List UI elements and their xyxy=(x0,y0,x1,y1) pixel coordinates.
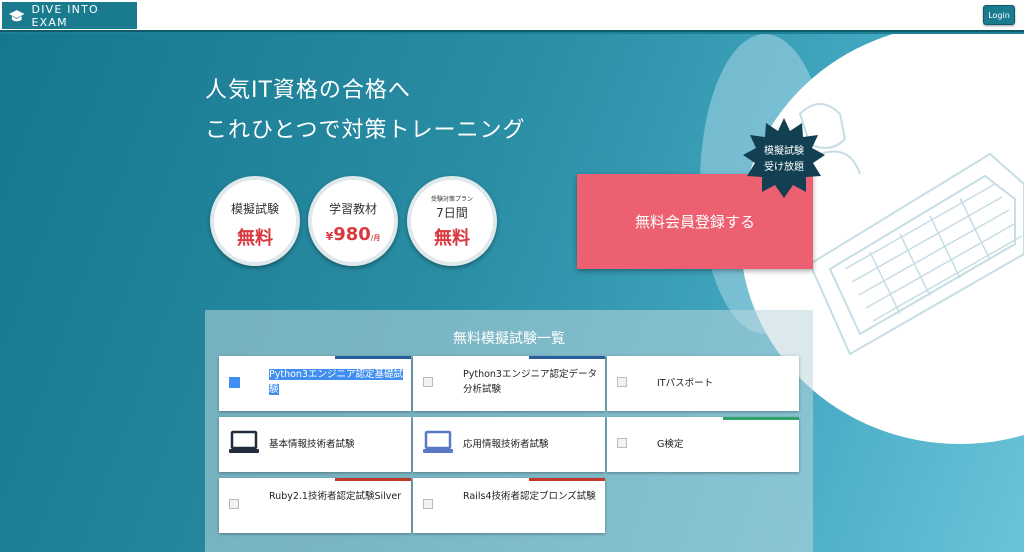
broken-image-icon xyxy=(229,499,239,509)
card-accent-bar xyxy=(529,356,605,359)
badge-plan: 受験対策プラン 7日間 無料 xyxy=(407,176,497,266)
exam-card-label: 応用情報技術者試験 xyxy=(463,439,549,450)
exam-card-ap[interactable]: 応用情報技術者試験 xyxy=(413,417,605,472)
broken-image-icon xyxy=(617,377,627,387)
headline-line-1: 人気IT資格の合格へ xyxy=(205,78,411,103)
broken-image-icon xyxy=(423,377,433,387)
broken-image-icon xyxy=(423,499,433,509)
card-accent-bar xyxy=(723,417,799,420)
exam-list-panel: 無料模擬試験一覧 Python3エンジニア認定基礎試験 Python3エンジニア… xyxy=(205,310,813,552)
exam-card-label: 基本情報技術者試験 xyxy=(269,439,355,450)
exam-list-title: 無料模擬試験一覧 xyxy=(453,331,565,347)
graduation-cap-icon xyxy=(8,9,25,21)
hero-section: 人気IT資格の合格へ これひとつで対策トレーニング 模擬試験 無料 学習教材 ¥… xyxy=(0,34,1024,552)
exam-card-label: ITパスポート xyxy=(657,378,714,389)
exam-card-label: Ruby2.1技術者認定試験Silver xyxy=(269,491,402,502)
badge-unit: /月 xyxy=(370,234,381,242)
exam-card-g-kentei[interactable]: G検定 xyxy=(607,417,799,472)
exam-card-rails[interactable]: Rails4技術者認定ブロンズ試験 xyxy=(413,478,605,533)
exam-card-it-passport[interactable]: ITパスポート xyxy=(607,356,799,411)
site-logo[interactable]: DIVE INTO EXAM xyxy=(2,2,137,29)
badge-mock-exam: 模擬試験 無料 xyxy=(210,176,300,266)
logo-text: DIVE INTO EXAM xyxy=(31,2,99,29)
exam-card-python-data[interactable]: Python3エンジニア認定データ分析試験 xyxy=(413,356,605,411)
badge-value: 無料 xyxy=(237,228,273,249)
exam-card-label-text: Python3エンジニア認定基礎試験 xyxy=(269,369,403,395)
card-accent-bar xyxy=(529,478,605,481)
exam-card-label: Python3エンジニア認定データ分析試験 xyxy=(463,369,597,395)
badge-label: 模擬試験 xyxy=(230,202,279,216)
exam-card-label: Rails4技術者認定ブロンズ試験 xyxy=(463,491,596,502)
exam-card-python-basic[interactable]: Python3エンジニア認定基礎試験 xyxy=(219,356,411,411)
headline-line-2: これひとつで対策トレーニング xyxy=(205,118,526,143)
exam-card-label: G検定 xyxy=(657,439,684,450)
badge-price: ¥980/月 xyxy=(312,224,394,245)
badge-value: 無料 xyxy=(434,228,470,249)
top-bar: DIVE INTO EXAM Login xyxy=(0,0,1024,32)
badge-value: 980 xyxy=(333,224,371,245)
starburst-text: 模擬試験 受け放題 xyxy=(743,144,825,176)
login-button[interactable]: Login xyxy=(983,5,1015,25)
selected-image-icon xyxy=(229,377,240,388)
card-accent-bar xyxy=(335,356,411,359)
laptop-dark-icon xyxy=(229,430,259,453)
laptop-blue-icon xyxy=(423,430,453,453)
laptop-illustration-icon xyxy=(798,103,1024,356)
badge-label: 学習教材 xyxy=(328,202,377,216)
badge-label: 7日間 xyxy=(436,206,468,220)
card-accent-bar xyxy=(335,478,411,481)
broken-image-icon xyxy=(617,438,627,448)
starburst-line-2: 受け放題 xyxy=(764,162,804,173)
exam-card-label: Python3エンジニア認定基礎試験 xyxy=(269,367,404,397)
badge-caption: 受験対策プラン xyxy=(430,196,473,203)
starburst-line-1: 模擬試験 xyxy=(764,146,804,157)
exam-card-fe[interactable]: 基本情報技術者試験 xyxy=(219,417,411,472)
badge-materials: 学習教材 ¥980/月 xyxy=(308,176,398,266)
exam-card-ruby[interactable]: Ruby2.1技術者認定試験Silver xyxy=(219,478,411,533)
